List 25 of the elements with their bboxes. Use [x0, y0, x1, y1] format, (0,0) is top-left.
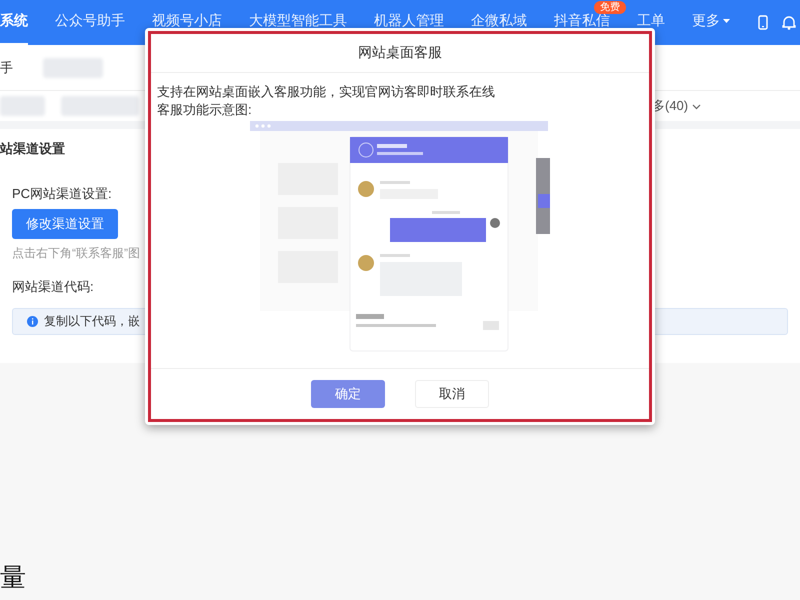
nav-tab[interactable]: 公众号助手 — [55, 13, 125, 28]
edit-channel-button[interactable]: 修改渠道设置 — [12, 209, 118, 239]
field-label: 网站渠道代码: — [12, 278, 94, 296]
confirm-button[interactable]: 确定 — [311, 380, 385, 408]
nav-tab[interactable]: 抖音私信 — [554, 13, 610, 28]
nav-tab[interactable]: 更多 — [692, 13, 730, 28]
info-icon — [27, 316, 38, 327]
nav-tab[interactable]: 系统 — [0, 13, 28, 28]
nav-tab[interactable]: 大模型智能工具 — [249, 13, 347, 28]
cancel-button[interactable]: 取消 — [415, 380, 489, 408]
phone-icon[interactable] — [758, 15, 768, 30]
nav-tab[interactable]: 机器人管理 — [374, 13, 444, 28]
nav-tab[interactable]: 工单 — [637, 13, 665, 28]
dialog-title: 网站桌面客服 — [151, 34, 649, 73]
nav-tab[interactable]: 企微私域 — [471, 13, 527, 28]
bell-icon[interactable] — [782, 15, 796, 30]
free-badge: 免费 — [594, 1, 626, 14]
field-label: PC网站渠道设置: — [12, 185, 112, 203]
section-heading: 量 — [0, 562, 26, 594]
blurred-filter-chip[interactable] — [61, 96, 139, 116]
chevron-icon — [692, 104, 701, 110]
tab-label[interactable]: 手 — [0, 58, 13, 76]
nav-tab[interactable]: 视频号小店 — [152, 13, 222, 28]
hint-text: 点击右下角“联系客服”图 — [12, 245, 140, 262]
description-text: 支持在网站桌面嵌入客服功能，实现官网访客即时联系在线客服功能示意图: — [157, 83, 496, 119]
